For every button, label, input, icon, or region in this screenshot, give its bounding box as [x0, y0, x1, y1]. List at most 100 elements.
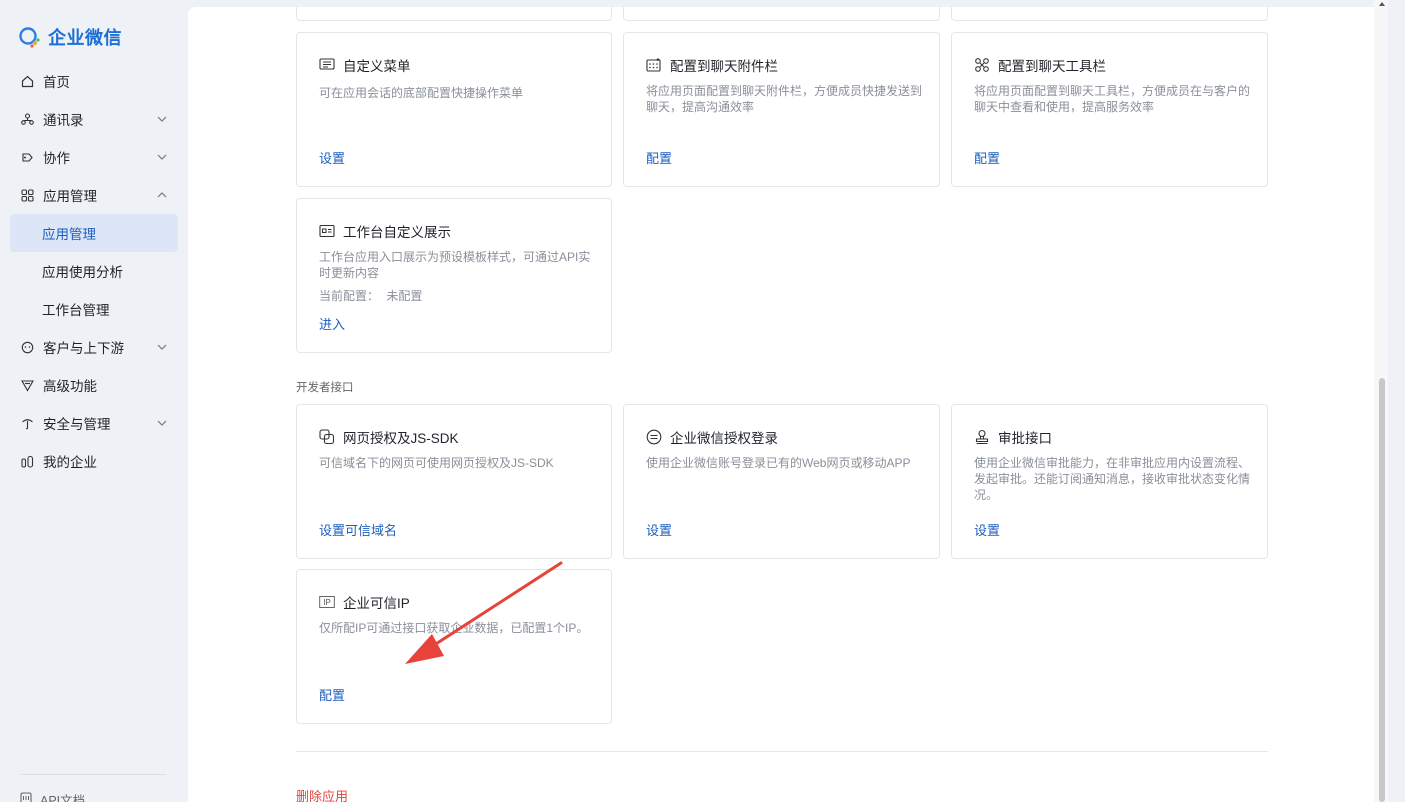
advanced-icon [20, 378, 34, 392]
contacts-icon [20, 112, 34, 126]
customer-icon [20, 340, 34, 354]
chevron-down-icon [157, 420, 167, 426]
wecom-logo-icon [18, 25, 42, 49]
card-title: 网页授权及JS-SDK [319, 427, 459, 447]
card-chat-attach: 配置到聊天附件栏 将应用页面配置到聊天附件栏，方便成员快捷发送到聊天，提高沟通效… [623, 32, 940, 187]
api-doc-icon [20, 792, 32, 802]
sidebar-item-label: 高级功能 [43, 379, 97, 394]
sidebar-sub-workbench[interactable]: 工作台管理 [10, 290, 178, 328]
card-web-auth: 网页授权及JS-SDK 可信域名下的网页可使用网页授权及JS-SDK 设置可信域… [296, 404, 612, 559]
card-desc: 将应用页面配置到聊天附件栏，方便成员快捷发送到聊天，提高沟通效率 [646, 84, 923, 114]
login-icon [646, 429, 662, 445]
card-title-text: 配置到聊天附件栏 [670, 59, 778, 74]
logo[interactable]: 企业微信 [18, 24, 122, 50]
scrollbar-thumb[interactable] [1379, 378, 1385, 802]
current-config: 当前配置： 未配置 [319, 287, 422, 304]
ip-icon: IP [319, 594, 335, 610]
sidebar: 企业微信 首页 通讯录 协作 应用管理 应用管理 应用使用分析 工作台管理 客户… [0, 0, 188, 802]
trusted-ip-config-link[interactable]: 配置 [319, 685, 345, 704]
sidebar-sub-app-analytics[interactable]: 应用使用分析 [10, 252, 178, 290]
card-desc: 工作台应用入口展示为预设模板样式，可通过API实时更新内容 [319, 250, 591, 280]
sidebar-item-label: 通讯录 [43, 113, 84, 128]
approval-settings-link[interactable]: 设置 [974, 520, 1000, 539]
card-title: 工作台自定义展示 [319, 221, 451, 241]
api-doc-link[interactable]: API文档 [20, 790, 85, 802]
card-chat-toolbar: 配置到聊天工具栏 将应用页面配置到聊天工具栏，方便成员在与客户的聊天中查看和使用… [951, 32, 1268, 187]
chat-attach-config-link[interactable]: 配置 [646, 148, 672, 167]
sidebar-item-label: 安全与管理 [43, 417, 111, 432]
custom-menu-settings-link[interactable]: 设置 [319, 148, 345, 167]
card-title-text: 审批接口 [998, 431, 1052, 446]
workbench-enter-link[interactable]: 进入 [319, 314, 345, 333]
card-desc: 可在应用会话的底部配置快捷操作菜单 [319, 86, 524, 100]
sidebar-nav: 首页 通讯录 协作 应用管理 应用管理 应用使用分析 工作台管理 客户与上下游 … [10, 62, 178, 480]
chevron-down-icon [157, 344, 167, 350]
apps-icon [20, 188, 34, 202]
card-desc: 可信域名下的网页可使用网页授权及JS-SDK [319, 456, 554, 470]
sidebar-item-customers[interactable]: 客户与上下游 [10, 328, 178, 366]
section-developer-api: 开发者接口 [296, 382, 354, 394]
sidebar-item-advanced[interactable]: 高级功能 [10, 366, 178, 404]
home-icon [20, 74, 34, 88]
api-doc-label: API文档 [40, 794, 86, 802]
sidebar-item-label: 协作 [43, 151, 70, 166]
workbench-card-icon [319, 223, 335, 239]
logo-text: 企业微信 [48, 28, 122, 48]
ip-icon-label: IP [323, 597, 331, 607]
sidebar-item-enterprise[interactable]: 我的企业 [10, 442, 178, 480]
sidebar-divider [20, 774, 166, 775]
sidebar-item-collab[interactable]: 协作 [10, 138, 178, 176]
card-approval: 审批接口 使用企业微信审批能力，在非审批应用内设置流程、发起审批。还能订阅通知消… [951, 404, 1268, 559]
toolbar-icon [974, 57, 990, 73]
scroll-up-arrow-icon[interactable] [1377, 0, 1387, 8]
card-custom-menu: 自定义菜单 可在应用会话的底部配置快捷操作菜单 设置 [296, 32, 612, 187]
card-title: 自定义菜单 [319, 55, 411, 75]
card-title-text: 配置到聊天工具栏 [998, 59, 1106, 74]
card-desc: 使用企业微信审批能力，在非审批应用内设置流程、发起审批。还能订阅通知消息，接收审… [974, 456, 1251, 502]
sidebar-item-security[interactable]: 安全与管理 [10, 404, 178, 442]
current-config-label: 当前配置： [319, 289, 380, 303]
main-panel: 自定义菜单 可在应用会话的底部配置快捷操作菜单 设置 配置到聊天附件栏 将应用页… [188, 7, 1374, 802]
card-title: 审批接口 [974, 427, 1052, 447]
card-title: 配置到聊天附件栏 [646, 55, 778, 75]
card-wx-login: 企业微信授权登录 使用企业微信账号登录已有的Web网页或移动APP 设置 [623, 404, 940, 559]
card-title: IP 企业可信IP [319, 592, 410, 612]
card-title-text: 网页授权及JS-SDK [343, 431, 459, 446]
right-edge [1388, 0, 1405, 802]
sidebar-item-home[interactable]: 首页 [10, 62, 178, 100]
card-partial [951, 7, 1268, 21]
card-title: 企业微信授权登录 [646, 427, 778, 447]
chevron-up-icon [157, 192, 167, 198]
delete-app-link[interactable]: 删除应用 [296, 786, 348, 802]
card-partial [623, 7, 940, 21]
sidebar-item-label: 客户与上下游 [43, 341, 124, 356]
chat-toolbar-config-link[interactable]: 配置 [974, 148, 1000, 167]
sidebar-sub-app-manage[interactable]: 应用管理 [10, 214, 178, 252]
current-config-value: 未配置 [386, 289, 423, 303]
sidebar-item-apps[interactable]: 应用管理 [10, 176, 178, 214]
sidebar-item-contacts[interactable]: 通讯录 [10, 100, 178, 138]
card-title-text: 企业微信授权登录 [670, 431, 778, 446]
web-auth-icon [319, 429, 335, 445]
divider [296, 751, 1268, 752]
card-partial [296, 7, 612, 21]
card-workbench: 工作台自定义展示 工作台应用入口展示为预设模板样式，可通过API实时更新内容 当… [296, 198, 612, 353]
sidebar-item-label: 我的企业 [43, 455, 97, 470]
card-title: 配置到聊天工具栏 [974, 55, 1106, 75]
attachment-grid-icon [646, 57, 662, 73]
chevron-down-icon [157, 116, 167, 122]
enterprise-icon [20, 454, 34, 468]
security-icon [20, 416, 34, 430]
card-desc: 仅所配IP可通过接口获取企业数据，已配置1个IP。 [319, 621, 589, 635]
card-trusted-ip: IP 企业可信IP 仅所配IP可通过接口获取企业数据，已配置1个IP。 配置 [296, 569, 612, 724]
card-title-text: 工作台自定义展示 [343, 225, 451, 240]
wx-login-settings-link[interactable]: 设置 [646, 520, 672, 539]
card-desc: 将应用页面配置到聊天工具栏，方便成员在与客户的聊天中查看和使用，提高服务效率 [974, 84, 1251, 114]
chevron-down-icon [157, 154, 167, 160]
set-trusted-domain-link[interactable]: 设置可信域名 [319, 520, 397, 539]
sidebar-item-label: 应用管理 [43, 189, 97, 204]
collab-icon [20, 150, 34, 164]
menu-icon [319, 57, 335, 73]
card-desc: 使用企业微信账号登录已有的Web网页或移动APP [646, 456, 911, 470]
stamp-icon [974, 429, 990, 445]
